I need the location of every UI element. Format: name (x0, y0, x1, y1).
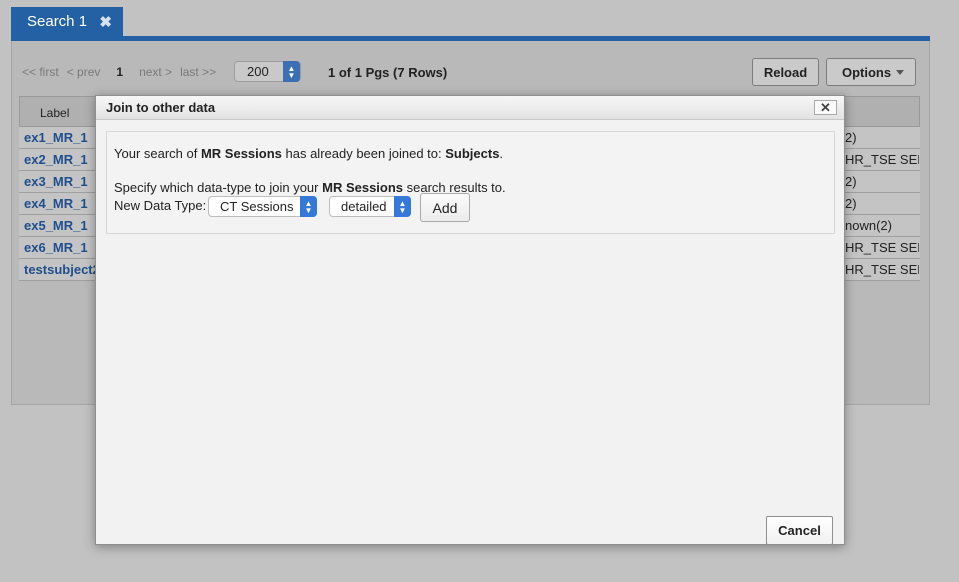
row-label-link[interactable]: ex4_MR_1 (24, 196, 88, 211)
chevron-up-down-icon: ▲ ▼ (394, 196, 411, 217)
first-page-link[interactable]: << first (22, 65, 59, 79)
column-header-label[interactable]: Label (40, 106, 69, 120)
row-cell: nown(2) (845, 218, 892, 233)
text-fragment: Specify which data-type to join your (114, 180, 323, 195)
text-fragment: Your search of (114, 146, 201, 161)
prev-page-link[interactable]: < prev (67, 65, 101, 79)
row-label-link[interactable]: ex5_MR_1 (24, 218, 88, 233)
join-info-box: Your search of MR Sessions has already b… (106, 131, 835, 234)
row-label-link[interactable]: ex3_MR_1 (24, 174, 88, 189)
row-cell: HR_TSE SEN (845, 262, 919, 277)
options-button[interactable]: Options (826, 58, 916, 86)
entity-name: MR Sessions (322, 180, 404, 195)
row-label-link[interactable]: ex2_MR_1 (24, 152, 88, 167)
tab-label: Search 1 (27, 13, 88, 30)
text-fragment: has already been joined to: (281, 146, 446, 161)
join-dialog: Join to other data ✕ Your search of MR S… (95, 95, 845, 545)
row-label-link[interactable]: ex1_MR_1 (24, 130, 88, 145)
detail-level-select[interactable]: detailed ▲ ▼ (329, 196, 411, 217)
dialog-header[interactable]: Join to other data ✕ (96, 96, 844, 120)
row-cell: HR_TSE SEN (845, 152, 919, 167)
chevron-up-down-icon: ▲ ▼ (300, 196, 317, 217)
add-button[interactable]: Add (420, 193, 470, 222)
close-icon[interactable]: ✕ (814, 100, 837, 115)
page-info: 1 of 1 Pgs (7 Rows) (328, 65, 448, 80)
chevron-up-down-icon: ▲ ▼ (283, 61, 300, 82)
row-cell: 2) (845, 196, 857, 211)
row-cell: 2) (845, 174, 857, 189)
row-label-link[interactable]: testsubject2 (24, 262, 100, 277)
caret-down-icon (896, 70, 904, 75)
data-type-label: New Data Type: (114, 198, 207, 213)
tab-search-1[interactable]: Search 1 ✖ (11, 7, 123, 36)
row-label-link[interactable]: ex6_MR_1 (24, 240, 88, 255)
text-fragment: . (499, 146, 504, 161)
joined-entity-name: Subjects (445, 146, 500, 161)
cancel-button[interactable]: Cancel (766, 516, 833, 545)
detail-level-value: detailed (341, 199, 387, 214)
current-page: 1 (116, 65, 124, 79)
row-cell: 2) (845, 130, 857, 145)
entity-name: MR Sessions (200, 146, 282, 161)
joined-status-text: Your search of MR Sessions has already b… (114, 146, 503, 161)
row-cell: HR_TSE SEN (845, 240, 919, 255)
next-page-link[interactable]: next > (139, 65, 172, 79)
data-type-select[interactable]: CT Sessions ▲ ▼ (208, 196, 317, 217)
close-icon[interactable]: ✖ (99, 13, 112, 31)
rows-per-page-select[interactable]: 200 ▲ ▼ (234, 61, 301, 82)
options-label: Options (842, 64, 892, 80)
data-type-value: CT Sessions (220, 199, 294, 214)
reload-button[interactable]: Reload (752, 58, 819, 86)
rows-per-page-value: 200 (247, 64, 269, 79)
last-page-link[interactable]: last >> (180, 65, 216, 79)
pager: << first < prev 1 next > last >> (22, 61, 224, 83)
dialog-title: Join to other data (106, 100, 216, 115)
